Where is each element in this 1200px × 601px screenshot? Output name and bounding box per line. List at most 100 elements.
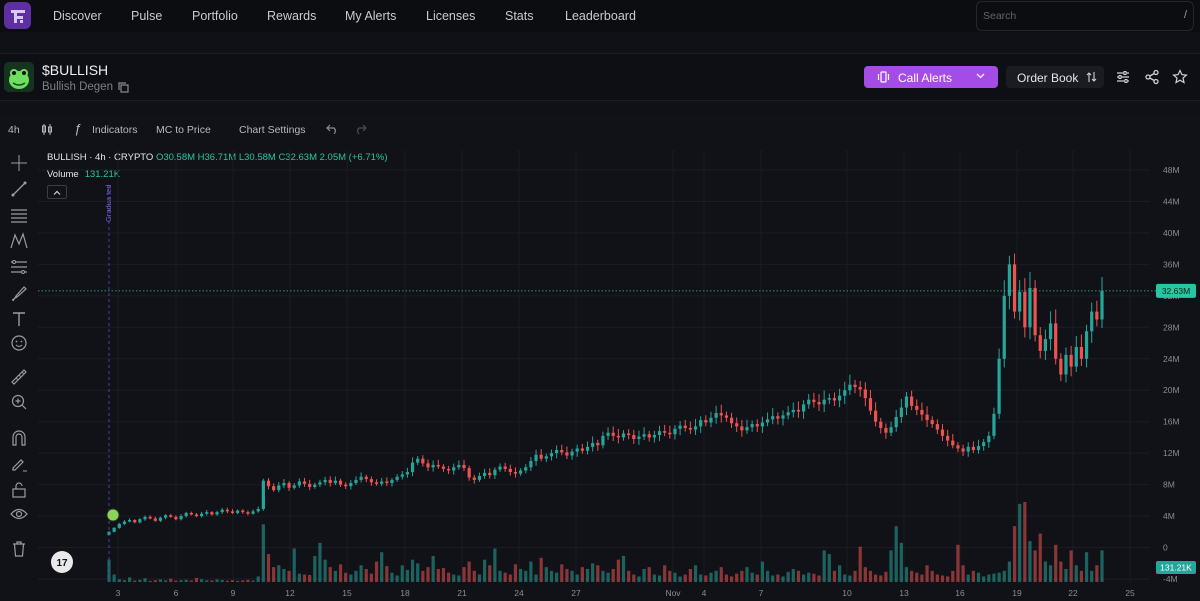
candle-body (236, 510, 240, 513)
candle-body (910, 396, 914, 406)
candle-body (601, 435, 605, 446)
volume-bar (601, 570, 605, 582)
volume-bar (441, 568, 446, 582)
candle-body (359, 476, 363, 480)
candle-body (935, 424, 939, 430)
candle-body (400, 474, 404, 477)
candle-body (1048, 323, 1053, 340)
candle-body (529, 461, 533, 468)
candle-body (925, 414, 929, 421)
x-tick-label: 10 (842, 588, 852, 598)
volume-bar (282, 568, 286, 582)
volume-bar (194, 577, 199, 582)
volume-bar (503, 572, 507, 582)
candle-body (138, 519, 142, 523)
candle-body (596, 442, 600, 446)
volume-bar (868, 570, 873, 582)
candle-body (416, 458, 420, 463)
candle-body (1095, 311, 1099, 320)
volume-bar (765, 570, 770, 582)
candle-body (771, 416, 775, 420)
volume-bar (843, 574, 847, 582)
volume-bar (446, 572, 451, 582)
volume-bar (297, 573, 301, 582)
candle-body (230, 511, 235, 513)
candle-body (765, 419, 770, 423)
candle-body (503, 466, 507, 469)
volume-bar (220, 579, 224, 582)
volume-bar (621, 555, 626, 582)
candle-body (477, 475, 482, 480)
volume-bar (529, 561, 533, 582)
volume-bar (158, 579, 163, 582)
volume-bar (277, 565, 281, 582)
candle-body (1038, 335, 1042, 351)
volume-bar (822, 550, 826, 582)
candle-body (328, 479, 332, 484)
candle-body (760, 422, 765, 427)
volume-bar (292, 548, 296, 582)
volume-bar (735, 573, 739, 582)
volume-bar (940, 575, 945, 582)
candle-body (585, 446, 590, 451)
candle-body (323, 479, 327, 483)
candle-body (261, 480, 265, 509)
volume-bar (436, 568, 440, 582)
volume-bar (838, 565, 842, 582)
candle-body (272, 486, 276, 491)
volume-bar (668, 570, 672, 582)
volume-bar (1069, 550, 1073, 582)
candle-body (318, 482, 322, 485)
candle-body (194, 514, 199, 517)
candle-body (441, 466, 446, 469)
candle-body (179, 516, 183, 520)
volume-bar (1095, 565, 1099, 582)
candle-body (1023, 291, 1027, 328)
x-tick-label: 18 (400, 588, 410, 598)
candle-body (570, 451, 574, 456)
candle-body (534, 454, 538, 462)
volume-bar (627, 570, 631, 582)
x-tick-label: 7 (759, 588, 764, 598)
volume-bar (740, 570, 744, 582)
volume-bar (1023, 502, 1027, 582)
candle-body (874, 410, 878, 422)
x-tick-label: 3 (116, 588, 121, 598)
candle-body (642, 434, 646, 437)
candle-body (735, 423, 739, 427)
candle-body (843, 390, 847, 396)
candle-body (966, 446, 970, 452)
volume-bar (313, 555, 317, 582)
x-tick-label: 27 (571, 588, 581, 598)
candle-body (308, 483, 312, 487)
price-chart[interactable]: 48M44M40M36M32M28M24M20M16M12M8M4M0-4M36… (0, 0, 1200, 601)
candle-body (112, 527, 116, 532)
candle-body (832, 398, 837, 401)
candle-body (169, 515, 173, 517)
volume-bar (750, 572, 754, 582)
volume-bar (853, 570, 857, 582)
volume-bar (519, 568, 523, 582)
volume-bar (796, 570, 801, 582)
volume-bar (863, 567, 867, 582)
candle-body (493, 469, 497, 476)
candle-body (946, 435, 950, 441)
candle-body (1002, 295, 1006, 359)
candle-body (745, 427, 749, 431)
candle-body (513, 472, 518, 474)
volume-bar (302, 574, 307, 582)
candle-body (333, 480, 337, 484)
volume-bar (513, 564, 518, 582)
volume-bar (709, 572, 713, 582)
candle-body (611, 432, 615, 436)
volume-bar (920, 574, 924, 582)
volume-bar (457, 575, 461, 582)
volume-bar (266, 554, 271, 582)
y-tick-label: 16M (1163, 417, 1180, 427)
candle-body (904, 396, 909, 408)
candle-body (714, 413, 718, 418)
candle-body (1100, 290, 1104, 320)
candle-body (976, 446, 981, 451)
y-tick-label: 20M (1163, 385, 1180, 395)
candle-body (827, 398, 831, 400)
